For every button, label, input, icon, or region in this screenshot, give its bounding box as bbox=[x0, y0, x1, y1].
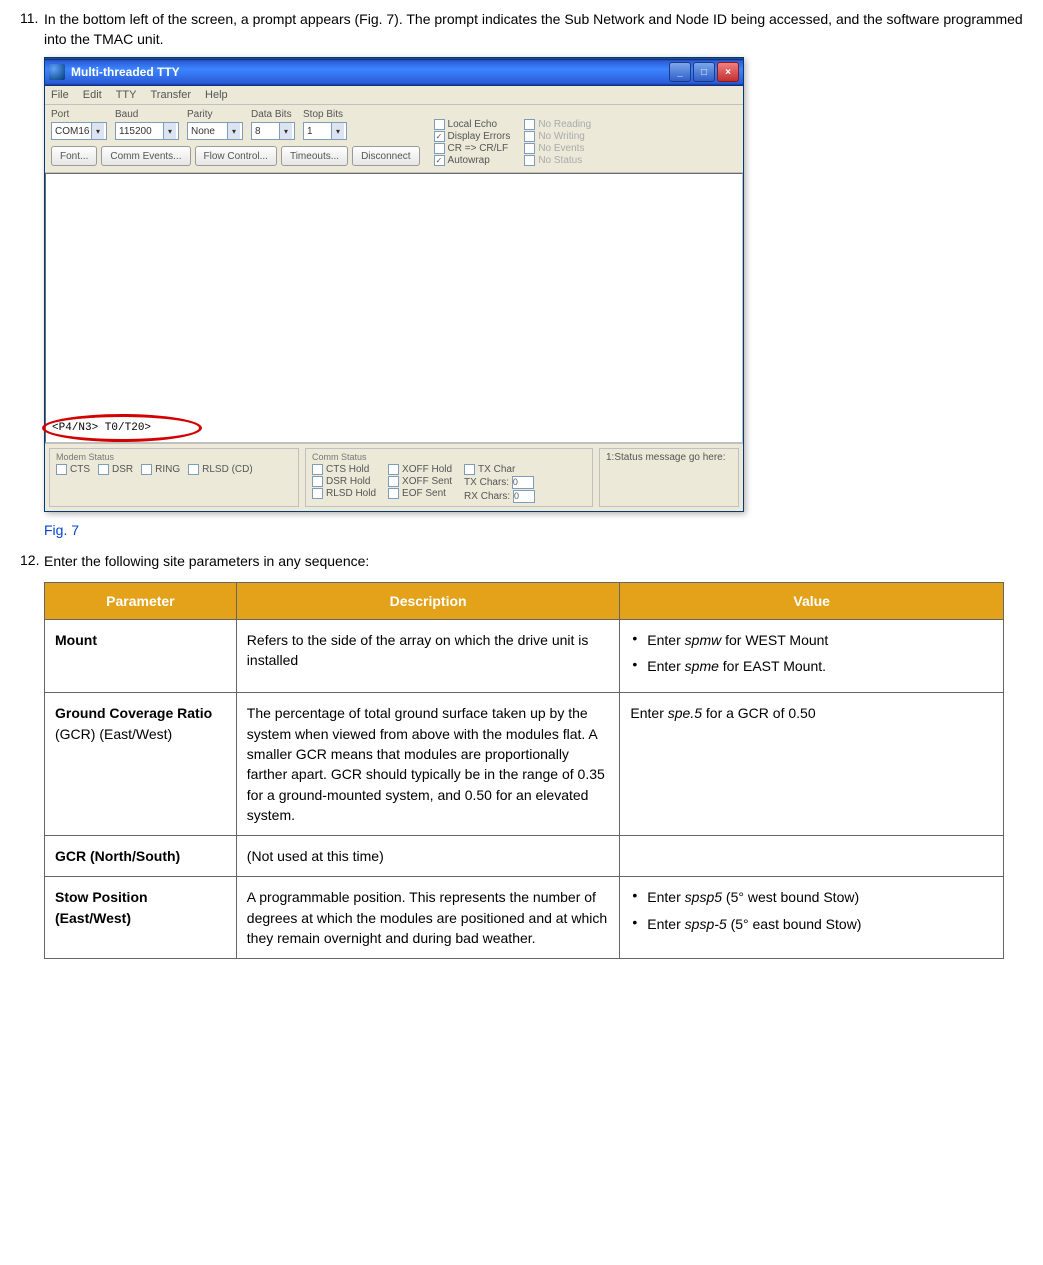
comm-status-header: Comm Status bbox=[312, 452, 586, 462]
status-message-text: 1:Status message go here: bbox=[606, 452, 726, 463]
databits-group: Data Bits 8 bbox=[251, 109, 295, 140]
stopbits-combo[interactable]: 1 bbox=[303, 122, 347, 140]
header-description: Description bbox=[236, 582, 620, 619]
app-icon bbox=[49, 64, 65, 80]
modem-status-header: Modem Status bbox=[56, 452, 292, 462]
window-buttons: _ □ × bbox=[669, 62, 739, 82]
menu-file[interactable]: File bbox=[51, 89, 69, 101]
parameters-table: Parameter Description Value Mount Refers… bbox=[44, 582, 1004, 960]
cts-hold-check: CTS Hold bbox=[312, 464, 376, 475]
menu-edit[interactable]: Edit bbox=[83, 89, 102, 101]
value-gcr-ns bbox=[620, 836, 1004, 877]
no-status-check: No Status bbox=[524, 155, 591, 166]
modem-status-box: Modem Status CTS DSR RING RLSD (CD) bbox=[49, 448, 299, 507]
table-row: Ground Coverage Ratio (GCR) (East/West) … bbox=[45, 693, 1004, 836]
port-label: Port bbox=[51, 109, 107, 120]
font-button[interactable]: Font... bbox=[51, 146, 97, 166]
parity-combo[interactable]: None bbox=[187, 122, 243, 140]
port-combo[interactable]: COM16 bbox=[51, 122, 107, 140]
display-errors-check[interactable]: ✓Display Errors bbox=[434, 131, 511, 142]
baud-group: Baud 115200 bbox=[115, 109, 179, 140]
databits-label: Data Bits bbox=[251, 109, 295, 120]
baud-label: Baud bbox=[115, 109, 179, 120]
desc-mount: Refers to the side of the array on which… bbox=[236, 619, 620, 693]
checks-left: Local Echo ✓Display Errors CR => CR/LF ✓… bbox=[434, 119, 511, 166]
xoff-hold-check: XOFF Hold bbox=[388, 464, 452, 475]
step-11-number: 11. bbox=[20, 10, 44, 26]
cr-crlf-check[interactable]: CR => CR/LF bbox=[434, 143, 511, 154]
value-gcr-ew: Enter spe.5 for a GCR of 0.50 bbox=[620, 693, 1004, 836]
parity-group: Parity None bbox=[187, 109, 243, 140]
step-11: 11. In the bottom left of the screen, a … bbox=[20, 10, 1023, 49]
flow-control-button[interactable]: Flow Control... bbox=[195, 146, 277, 166]
menu-transfer[interactable]: Transfer bbox=[150, 89, 191, 101]
rx-chars-value: 0 bbox=[513, 490, 535, 503]
stopbits-label: Stop Bits bbox=[303, 109, 347, 120]
desc-gcr-ew: The percentage of total ground surface t… bbox=[236, 693, 620, 836]
desc-gcr-ns: (Not used at this time) bbox=[236, 836, 620, 877]
comm-events-button[interactable]: Comm Events... bbox=[101, 146, 190, 166]
titlebar: Multi-threaded TTY _ □ × bbox=[45, 58, 743, 86]
autowrap-check[interactable]: ✓Autowrap bbox=[434, 155, 511, 166]
tx-chars-value: 0 bbox=[512, 476, 534, 489]
eof-sent-check: EOF Sent bbox=[388, 488, 452, 499]
stopbits-group: Stop Bits 1 bbox=[303, 109, 347, 140]
no-writing-check: No Writing bbox=[524, 131, 591, 142]
rlsd-hold-check: RLSD Hold bbox=[312, 488, 376, 499]
dsr-check: DSR bbox=[98, 464, 133, 475]
table-header-row: Parameter Description Value bbox=[45, 582, 1004, 619]
param-gcr-ns: GCR (North/South) bbox=[45, 836, 237, 877]
desc-stow: A programmable position. This represents… bbox=[236, 877, 620, 959]
param-mount: Mount bbox=[45, 619, 237, 693]
param-gcr-ew: Ground Coverage Ratio (GCR) (East/West) bbox=[45, 693, 237, 836]
menu-help[interactable]: Help bbox=[205, 89, 228, 101]
cts-check: CTS bbox=[56, 464, 90, 475]
step-11-text: In the bottom left of the screen, a prom… bbox=[44, 10, 1023, 49]
menu-tty[interactable]: TTY bbox=[116, 89, 137, 101]
figure-7-caption: Fig. 7 bbox=[44, 522, 1023, 538]
figure-7-container: Multi-threaded TTY _ □ × File Edit TTY T… bbox=[44, 57, 1023, 512]
databits-combo[interactable]: 8 bbox=[251, 122, 295, 140]
no-events-check: No Events bbox=[524, 143, 591, 154]
checks-right: No Reading No Writing No Events No Statu… bbox=[524, 119, 591, 166]
statusbar: Modem Status CTS DSR RING RLSD (CD) Comm… bbox=[45, 443, 743, 511]
no-reading-check: No Reading bbox=[524, 119, 591, 130]
port-group: Port COM16 bbox=[51, 109, 107, 140]
maximize-button[interactable]: □ bbox=[693, 62, 715, 82]
step-12: 12. Enter the following site parameters … bbox=[20, 552, 1023, 572]
tx-chars-row: TX Chars: 0 bbox=[464, 476, 535, 489]
terminal-prompt: <P4/N3> T0/T20> bbox=[52, 422, 151, 434]
header-value: Value bbox=[620, 582, 1004, 619]
tx-char-check: TX Char bbox=[464, 464, 535, 475]
toolbar-buttons: Font... Comm Events... Flow Control... T… bbox=[51, 146, 420, 166]
local-echo-check[interactable]: Local Echo bbox=[434, 119, 511, 130]
disconnect-button[interactable]: Disconnect bbox=[352, 146, 419, 166]
table-row: Mount Refers to the side of the array on… bbox=[45, 619, 1004, 693]
minimize-button[interactable]: _ bbox=[669, 62, 691, 82]
toolbar: Port COM16 Baud 115200 Parity None Data … bbox=[45, 105, 743, 173]
table-row: Stow Position (East/West) A programmable… bbox=[45, 877, 1004, 959]
terminal-body[interactable]: <P4/N3> T0/T20> bbox=[45, 173, 743, 443]
xoff-sent-check: XOFF Sent bbox=[388, 476, 452, 487]
timeouts-button[interactable]: Timeouts... bbox=[281, 146, 348, 166]
comm-status-box: Comm Status CTS Hold DSR Hold RLSD Hold … bbox=[305, 448, 593, 507]
window-title: Multi-threaded TTY bbox=[71, 65, 669, 79]
ring-check: RING bbox=[141, 464, 180, 475]
value-mount: Enter spmw for WEST Mount Enter spme for… bbox=[620, 619, 1004, 693]
menubar: File Edit TTY Transfer Help bbox=[45, 86, 743, 105]
tty-app-window: Multi-threaded TTY _ □ × File Edit TTY T… bbox=[44, 57, 744, 512]
rlsd-check: RLSD (CD) bbox=[188, 464, 253, 475]
step-12-number: 12. bbox=[20, 552, 44, 568]
param-stow: Stow Position (East/West) bbox=[45, 877, 237, 959]
status-message-box: 1:Status message go here: bbox=[599, 448, 739, 507]
close-button[interactable]: × bbox=[717, 62, 739, 82]
dsr-hold-check: DSR Hold bbox=[312, 476, 376, 487]
baud-combo[interactable]: 115200 bbox=[115, 122, 179, 140]
parity-label: Parity bbox=[187, 109, 243, 120]
header-parameter: Parameter bbox=[45, 582, 237, 619]
value-stow: Enter spsp5 (5° west bound Stow) Enter s… bbox=[620, 877, 1004, 959]
rx-chars-row: RX Chars: 0 bbox=[464, 490, 535, 503]
table-row: GCR (North/South) (Not used at this time… bbox=[45, 836, 1004, 877]
step-12-text: Enter the following site parameters in a… bbox=[44, 552, 1023, 572]
